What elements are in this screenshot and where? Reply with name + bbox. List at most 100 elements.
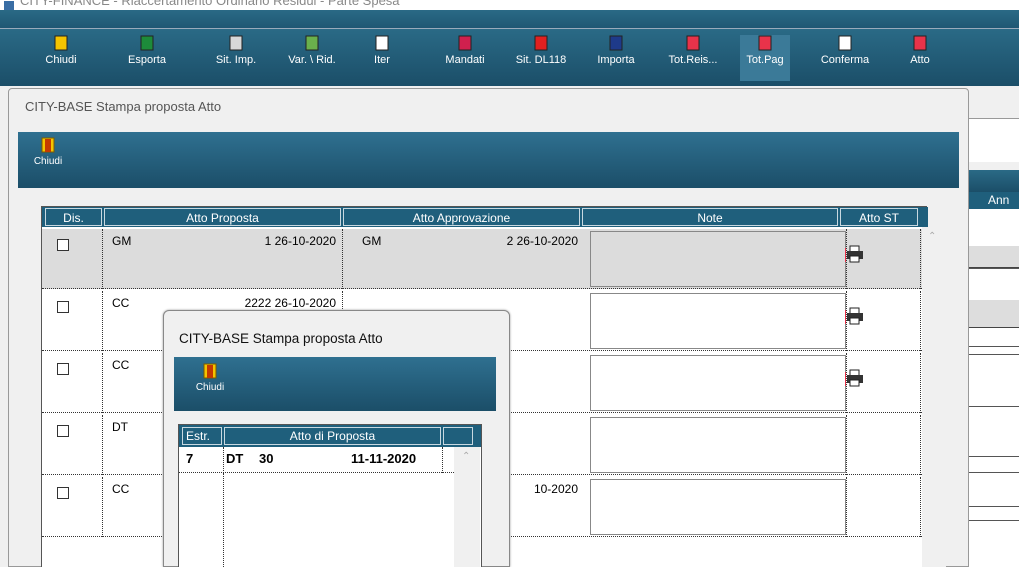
dis-checkbox[interactable] [57,363,69,375]
column-header-atto-proposta[interactable]: Atto Proposta [104,208,341,226]
dis-checkbox[interactable] [57,301,69,313]
background-grid-line [966,472,1019,473]
column-header-dis[interactable]: Dis. [45,208,102,226]
toolbar-strip [0,10,1019,28]
mandate-icon [458,35,472,51]
excel-export-icon [140,35,154,51]
background-grid [966,210,1019,567]
toolbar-button-label: Tot.Reis... [668,54,718,66]
background-grid-line [966,406,1019,407]
toolbar-button-label: Mandati [445,54,485,66]
proposal-type: DT [112,420,128,434]
row-estr: 7 [186,451,194,466]
column-separator [342,229,343,289]
toolbar-button-sit-imp[interactable]: Sit. Imp. [208,35,264,81]
note-field[interactable] [590,293,846,349]
background-panel [966,118,1019,162]
vertical-scrollbar[interactable]: ⌃ [922,227,946,567]
scroll-up-icon[interactable]: ⌃ [928,231,938,242]
inner-close-button[interactable]: Chiudi [188,363,232,407]
dialog-title: CITY-BASE Stampa proposta Atto [25,99,222,114]
background-toolbar [966,170,1019,192]
dis-checkbox[interactable] [57,425,69,437]
signature-icon [838,35,852,51]
document-icon [913,35,927,51]
column-separator [102,291,103,351]
printer-icon[interactable] [845,244,865,264]
toolbar-button-atto[interactable]: Atto [905,35,935,81]
note-field[interactable] [590,355,846,411]
variation-icon [305,35,319,51]
column-separator [846,477,847,537]
toolbar-button-conferma[interactable]: Conferma [815,35,875,81]
column-separator [223,447,224,473]
toolbar-button-mandati[interactable]: Mandati [438,35,492,81]
toolbar-button-sit-dl118[interactable]: Sit. DL118 [515,35,567,81]
column-header-atto-approvazione[interactable]: Atto Approvazione [343,208,580,226]
close-button[interactable]: Chiudi [26,137,70,181]
note-field[interactable] [590,417,846,473]
proposta-grid: Estr. Atto di Proposta 7 DT 30 11-11-202… [178,424,482,567]
dis-checkbox[interactable] [57,239,69,251]
column-separator [223,473,224,567]
background-grid-line [966,354,1019,355]
dis-checkbox[interactable] [57,487,69,499]
app-icon [4,1,14,10]
proposal-type: GM [112,234,132,248]
door-exit-icon [41,137,55,153]
toolbar-button-iter[interactable]: Iter [370,35,394,81]
inner-dialog-toolbar: Chiudi [174,357,496,411]
toolbar-button-esporta[interactable]: Esporta [120,35,174,81]
printer-icon[interactable] [845,368,865,388]
scroll-up-icon[interactable]: ⌃ [462,451,470,462]
note-field[interactable] [590,479,846,535]
card-icon [375,35,389,51]
column-separator [920,229,921,289]
inner-vertical-scrollbar[interactable]: ⌃ [454,447,480,567]
toolbar-button-importa[interactable]: Importa [590,35,642,81]
toolbar-button-label: Sit. DL118 [515,54,567,66]
toolbar-button-tot-pag[interactable]: Tot.Pag [740,35,790,81]
column-separator [920,291,921,351]
sum-icon [758,35,772,51]
inner-grid-header: Estr. Atto di Proposta [179,425,481,447]
background-grid-line [966,506,1019,507]
toolbar-button-label: Var. \ Rid. [288,54,336,66]
toolbar-button-var-rid[interactable]: Var. \ Rid. [284,35,340,81]
approval-type: GM [362,234,382,248]
background-grid-line [966,268,1019,269]
column-separator [920,353,921,413]
printer-icon[interactable] [845,306,865,326]
note-field[interactable] [590,231,846,287]
row-date: 11-11-2020 [351,451,417,466]
column-separator [920,477,921,537]
proposal-type: CC [112,482,130,496]
column-header-estr[interactable]: Estr. [182,427,222,445]
toolbar-button-tot-reis[interactable]: Tot.Reis... [663,35,723,81]
door-exit-icon [54,35,68,51]
dialog-toolbar: Chiudi [18,132,959,188]
background-grid-row [966,246,1019,268]
estrazione-dialog: CITY-BASE Stampa proposta Atto Chiudi Es… [163,310,510,567]
table-row[interactable]: GM 1 26-10-2020 GM 2 26-10-2020 [42,229,922,289]
column-header-note[interactable]: Note [582,208,838,226]
column-header-atto-st[interactable]: Atto ST [840,208,918,226]
column-separator [102,477,103,537]
close-button-label: Chiudi [33,156,63,167]
proposal-number-date: 1 26-10-2020 [264,234,336,248]
column-separator [920,415,921,475]
background-column-header: Ann [966,192,1019,210]
row-number: 30 [259,451,274,466]
background-grid-line [966,456,1019,457]
main-window-title: CITY-FINANCE - Riaccertamento Ordinario … [0,0,1019,10]
proposal-type: CC [112,358,130,372]
background-grid-line [966,520,1019,521]
toolbar-button-chiudi[interactable]: Chiudi [38,35,84,81]
column-separator [102,353,103,413]
table-row[interactable]: 7 DT 30 11-11-2020 [179,447,454,473]
import-icon [609,35,623,51]
approval-number-date: 2 26-10-2020 [506,234,578,248]
toolbar-button-label: Conferma [820,54,870,66]
column-header-atto-di-proposta[interactable]: Atto di Proposta [224,427,441,445]
grid-header: Dis. Atto Proposta Atto Approvazione Not… [42,207,928,227]
